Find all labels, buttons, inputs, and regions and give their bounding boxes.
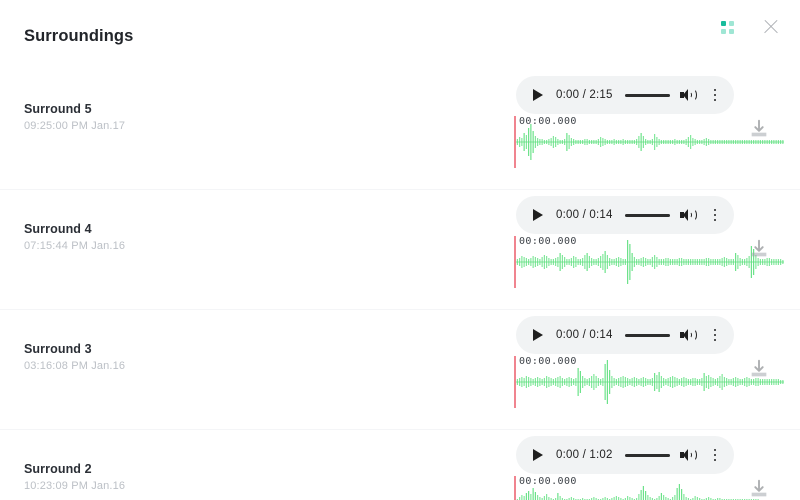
play-icon[interactable]: [530, 327, 546, 343]
seek-slider[interactable]: [624, 213, 670, 217]
more-vertical-icon[interactable]: [708, 327, 722, 343]
player-time-label: 0:00 / 0:14: [556, 329, 613, 341]
volume-high-icon[interactable]: [680, 447, 698, 463]
play-icon[interactable]: [530, 447, 546, 463]
waveform-playhead: [514, 116, 516, 168]
audio-player[interactable]: 0:00 / 2:15: [516, 76, 734, 114]
menu-dot-3: [713, 218, 717, 222]
waveform[interactable]: 00:00.000: [514, 476, 784, 500]
grid-dot-2: [728, 20, 734, 26]
menu-dot-2: [713, 213, 717, 217]
page-header: Surroundings: [0, 0, 800, 70]
waveform-time-label: 00:00.000: [519, 236, 577, 247]
waveform-playhead: [514, 356, 516, 408]
grid-dots-icon[interactable]: [716, 16, 738, 38]
volume-wave-outer: [690, 449, 697, 461]
more-vertical-icon[interactable]: [708, 447, 722, 463]
grid-dot-4: [728, 28, 734, 34]
player-time-label: 0:00 / 2:15: [556, 89, 613, 101]
more-vertical-icon[interactable]: [708, 207, 722, 223]
recording-name: Surround 3: [24, 342, 92, 356]
menu-dot-3: [713, 338, 717, 342]
audio-player[interactable]: 0:00 / 0:14: [516, 316, 734, 354]
recording-meta: Surround 2 10:23:09 PM Jan.16: [24, 460, 274, 494]
volume-wave-outer: [690, 209, 697, 221]
recordings-list: Surround 5 09:25:00 PM Jan.17 0:00 / 2:1…: [0, 70, 800, 500]
recording-meta: Surround 5 09:25:00 PM Jan.17: [24, 100, 274, 134]
menu-dot-2: [713, 453, 717, 457]
volume-high-icon[interactable]: [680, 327, 698, 343]
menu-dot-1: [713, 448, 717, 452]
recordings-page: Surroundings Surround 5 09:25:00 PM Jan.…: [0, 0, 800, 500]
recording-row-1: Surround 5 09:25:00 PM Jan.17 0:00 / 2:1…: [0, 70, 800, 190]
recording-date: 07:15:44 PM Jan.16: [24, 240, 126, 252]
menu-dot-1: [713, 88, 717, 92]
audio-player[interactable]: 0:00 / 0:14: [516, 196, 734, 234]
menu-dot-1: [713, 328, 717, 332]
more-vertical-icon[interactable]: [708, 87, 722, 103]
menu-dot-2: [713, 93, 717, 97]
header-actions: [716, 14, 784, 40]
volume-high-icon[interactable]: [680, 207, 698, 223]
waveform-time-label: 00:00.000: [519, 476, 577, 487]
recording-date: 09:25:00 PM Jan.17: [24, 120, 126, 132]
player-time-label: 0:00 / 1:02: [556, 449, 613, 461]
waveform-time-label: 00:00.000: [519, 356, 577, 367]
seek-slider[interactable]: [624, 333, 670, 337]
waveform[interactable]: 00:00.000: [514, 236, 784, 298]
play-icon[interactable]: [530, 207, 546, 223]
menu-dot-3: [713, 458, 717, 462]
player-time-label: 0:00 / 0:14: [556, 209, 613, 221]
waveform[interactable]: 00:00.000: [514, 116, 784, 178]
recording-name: Surround 4: [24, 222, 92, 236]
waveform[interactable]: 00:00.000: [514, 356, 784, 418]
grid-dot-1: [720, 20, 726, 26]
seek-slider[interactable]: [624, 453, 670, 457]
recording-name: Surround 2: [24, 462, 92, 476]
volume-wave-outer: [690, 329, 697, 341]
recording-row-4: Surround 2 10:23:09 PM Jan.16 0:00 / 1:0…: [0, 430, 800, 500]
menu-dot-2: [713, 333, 717, 337]
recording-name: Surround 5: [24, 102, 92, 116]
volume-wave-outer: [690, 89, 697, 101]
download-icon[interactable]: [748, 478, 770, 500]
waveform-playhead: [514, 236, 516, 288]
seek-slider[interactable]: [624, 93, 670, 97]
audio-player[interactable]: 0:00 / 1:02: [516, 436, 734, 474]
recording-date: 03:16:08 PM Jan.16: [24, 360, 126, 372]
volume-high-icon[interactable]: [680, 87, 698, 103]
waveform-time-label: 00:00.000: [519, 116, 577, 127]
grid-dot-3: [720, 28, 726, 34]
recording-date: 10:23:09 PM Jan.16: [24, 480, 126, 492]
page-title: Surroundings: [24, 26, 134, 45]
download-icon[interactable]: [748, 358, 770, 380]
menu-dot-3: [713, 98, 717, 102]
waveform-playhead: [514, 476, 516, 500]
download-icon[interactable]: [748, 118, 770, 140]
recording-row-2: Surround 4 07:15:44 PM Jan.16 0:00 / 0:1…: [0, 190, 800, 310]
menu-dot-1: [713, 208, 717, 212]
download-icon[interactable]: [748, 238, 770, 260]
play-icon[interactable]: [530, 87, 546, 103]
recording-meta: Surround 3 03:16:08 PM Jan.16: [24, 340, 274, 374]
recording-meta: Surround 4 07:15:44 PM Jan.16: [24, 220, 274, 254]
close-icon[interactable]: [758, 14, 784, 40]
recording-row-3: Surround 3 03:16:08 PM Jan.16 0:00 / 0:1…: [0, 310, 800, 430]
